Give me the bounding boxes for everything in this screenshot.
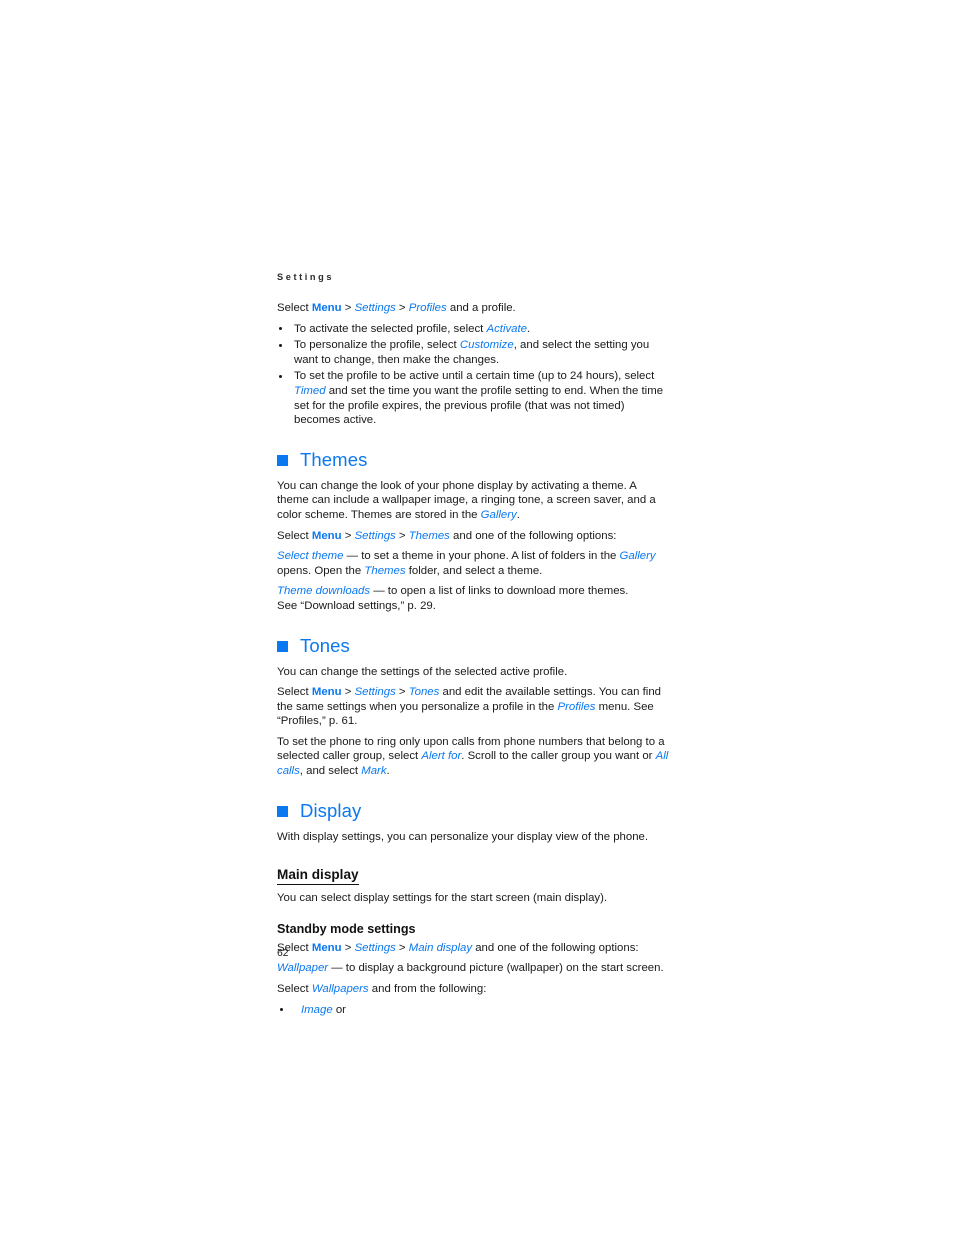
select-tail: and one of the following options: (472, 941, 639, 954)
menu-token: Menu (311, 302, 342, 314)
theme-downloads-see-line: See “Download settings,” p. 29. (277, 599, 436, 612)
display-intro: With display settings, you can personali… (277, 830, 649, 843)
standby-mode-heading: Standby mode settings (277, 921, 416, 936)
select-theme-tail: folder, and select a theme. (405, 564, 543, 577)
list-item: To activate the selected profile, select… (277, 322, 669, 337)
ui-token: Timed (294, 384, 326, 397)
separator: > (395, 529, 409, 542)
main-display-heading: Main display (277, 867, 359, 886)
section-heading-display: Display (277, 800, 669, 822)
alert-mid1: . Scroll to the caller group you want or (461, 750, 656, 763)
profiles-token: Profiles (557, 700, 596, 713)
themes-intro-pre: You can change the look of your phone di… (277, 479, 656, 521)
page-number: 62 (277, 948, 289, 959)
theme-downloads-tail: — to open a list of links to download mo… (370, 585, 629, 598)
list-item: To set the profile to be active until a … (277, 369, 669, 427)
select-theme-token: Select theme (277, 550, 344, 563)
tones-intro: You can change the settings of the selec… (277, 665, 568, 678)
separator: > (341, 302, 355, 314)
menu-token: Menu (311, 941, 342, 954)
list-item: Image or (277, 1003, 669, 1018)
profiles-token: Profiles (408, 302, 447, 314)
themes-intro-post: . (516, 508, 520, 521)
list-item: To personalize the profile, select Custo… (277, 338, 669, 367)
select-tail: and a profile. (446, 302, 516, 314)
settings-token: Settings (354, 686, 396, 699)
profiles-select-line: Select Menu > Settings > Profiles and a … (277, 301, 669, 316)
main-display-token: Main display (408, 941, 473, 954)
profiles-bullet-list: To activate the selected profile, select… (277, 322, 669, 428)
section-heading-label: Themes (300, 448, 368, 470)
theme-downloads-token: Theme downloads (277, 585, 371, 598)
tones-select-line: Select Menu > Settings > Tones and edit … (277, 685, 669, 729)
select-theme-mid2: opens. Open the (277, 564, 365, 577)
select-lead: Select (277, 529, 312, 542)
select-theme-option: Select theme — to set a theme in your ph… (277, 549, 669, 578)
theme-downloads-option: Theme downloads — to open a list of link… (277, 584, 669, 599)
section-heading-themes: Themes (277, 449, 669, 471)
themes-intro: You can change the look of your phone di… (277, 479, 669, 523)
page-content: Settings Select Menu > Settings > Profil… (277, 272, 669, 1023)
separator: > (341, 529, 355, 542)
alert-mid2: , and select (299, 765, 362, 778)
bullet-text-pre: To activate the selected profile, select (294, 322, 487, 335)
main-display-intro: You can select display settings for the … (277, 892, 608, 905)
ui-token: Activate (486, 322, 528, 335)
separator: > (395, 686, 409, 699)
menu-token: Menu (311, 686, 342, 699)
mark-token: Mark (361, 765, 387, 778)
select-lead: Select (277, 302, 312, 314)
tones-alert-paragraph: To set the phone to ring only upon calls… (277, 735, 669, 779)
section-heading-tones: Tones (277, 635, 669, 657)
bullet-text-pre: To personalize the profile, select (294, 339, 460, 352)
bullet-text-post: and set the time you want the profile se… (294, 384, 664, 427)
select-tail: and one of the following options: (449, 529, 617, 542)
gallery-token: Gallery (480, 508, 517, 521)
settings-token: Settings (354, 529, 396, 542)
separator: > (395, 302, 409, 314)
square-bullet-icon (277, 455, 288, 467)
select-theme-mid: — to set a theme in your phone. A list o… (343, 550, 620, 563)
settings-token: Settings (354, 302, 396, 314)
ui-token: Customize (459, 339, 514, 352)
select-lead: Select (277, 983, 312, 996)
wallpaper-tail: — to display a background picture (wallp… (328, 962, 664, 975)
themes-token: Themes (408, 529, 450, 542)
select-tail: and from the following: (368, 983, 487, 996)
select-lead: Select (277, 686, 312, 699)
themes-folder-token: Themes (364, 564, 406, 577)
alert-post: . (386, 765, 390, 778)
menu-token: Menu (311, 529, 342, 542)
separator: > (395, 941, 409, 954)
wallpaper-option-line: Wallpaper — to display a background pict… (277, 961, 669, 976)
standby-select-line: Select Menu > Settings > Main display an… (277, 941, 669, 956)
bullet-text-post: . (527, 322, 531, 335)
bullet-text-pre: To set the profile to be active until a … (294, 370, 655, 383)
alert-for-token: Alert for (421, 750, 462, 763)
separator: > (341, 941, 355, 954)
gallery-token: Gallery (619, 550, 656, 563)
bullet-text-post: or (332, 1003, 346, 1016)
square-bullet-icon (277, 641, 288, 652)
running-header: Settings (277, 272, 335, 282)
section-heading-label: Tones (300, 634, 350, 656)
tones-token: Tones (408, 686, 440, 699)
image-token: Image (301, 1003, 333, 1016)
wallpaper-bullet-list: Image or (277, 1003, 669, 1018)
separator: > (341, 686, 355, 699)
select-wallpapers-line: Select Wallpapers and from the following… (277, 982, 669, 997)
themes-select-line: Select Menu > Settings > Themes and one … (277, 529, 669, 544)
settings-token: Settings (354, 941, 396, 954)
section-heading-label: Display (300, 799, 362, 821)
square-bullet-icon (277, 806, 288, 818)
main-display-heading-wrap: Main display (277, 850, 669, 891)
wallpapers-token: Wallpapers (311, 983, 369, 996)
wallpaper-token: Wallpaper (277, 962, 329, 975)
